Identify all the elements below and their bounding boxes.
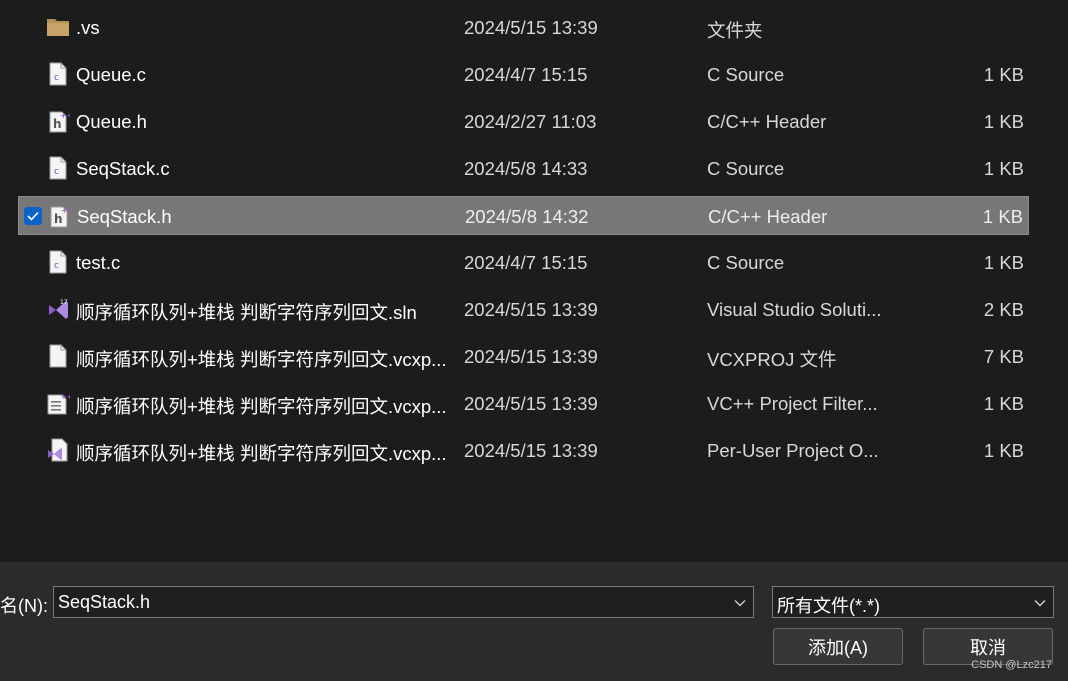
file-name: 顺序循环队列+堆栈 判断字符序列回文.vcxp... bbox=[76, 349, 447, 370]
file-date: 2024/5/15 13:39 bbox=[464, 299, 598, 320]
file-size: 7 KB bbox=[983, 346, 1024, 367]
filename-input[interactable]: SeqStack.h bbox=[58, 592, 150, 613]
file-name: 顺序循环队列+堆栈 判断字符序列回文.vcxp... bbox=[76, 396, 447, 417]
vs-solution-icon: 17 bbox=[46, 297, 70, 321]
file-name: Queue.h bbox=[76, 111, 147, 132]
c-source-file-icon: c bbox=[46, 156, 70, 180]
file-size: 1 KB bbox=[983, 111, 1024, 132]
file-name: 顺序循环队列+堆栈 判断字符序列回文.vcxp... bbox=[76, 443, 447, 464]
file-type: C Source bbox=[707, 64, 785, 85]
file-size: 1 KB bbox=[982, 206, 1023, 227]
file-row[interactable]: ++ 顺序循环队列+堆栈 判断字符序列回文.vcxp... 2024/5/15 13… bbox=[18, 384, 1029, 423]
file-date: 2024/5/15 13:39 bbox=[464, 346, 598, 367]
c-source-file-icon: c bbox=[46, 62, 70, 86]
file-name: Queue.c bbox=[76, 64, 146, 85]
file-row[interactable]: h++Queue.h 2024/2/27 11:03 C/C++ Header 1 K… bbox=[18, 102, 1029, 141]
file-name: test.c bbox=[76, 252, 121, 273]
file-type: Per-User Project O... bbox=[707, 440, 879, 461]
file-name: 顺序循环队列+堆栈 判断字符序列回文.sln bbox=[76, 302, 417, 323]
file-size: 1 KB bbox=[983, 440, 1024, 461]
file-size: 1 KB bbox=[983, 252, 1024, 273]
header-file-icon: h++ bbox=[47, 204, 74, 228]
chevron-down-icon[interactable] bbox=[1033, 596, 1047, 610]
file-row[interactable]: h++SeqStack.h 2024/5/8 14:32 C/C++ Header 1… bbox=[18, 196, 1029, 235]
file-list: .vs 2024/5/15 13:39 文件夹 c Queue.c 2024/4/7 15… bbox=[0, 0, 1068, 562]
svg-text:c: c bbox=[54, 167, 59, 177]
file-type: C/C++ Header bbox=[707, 111, 827, 132]
file-row[interactable]: c SeqStack.c 2024/5/8 14:33 C Source 1 KB bbox=[18, 149, 1029, 188]
file-size: 1 KB bbox=[983, 64, 1024, 85]
file-type: VC++ Project Filter... bbox=[707, 393, 878, 414]
filename-label: 名(N): bbox=[0, 596, 48, 616]
file-date: 2024/5/8 14:33 bbox=[464, 158, 588, 179]
checkmark-icon bbox=[27, 211, 39, 221]
file-row[interactable]: c test.c 2024/4/7 15:15 C Source 1 KB bbox=[18, 243, 1029, 282]
dialog-footer: 名(N): SeqStack.h 所有文件(*.*) 添加(A) 取消 CSDN… bbox=[0, 562, 1068, 681]
file-name: .vs bbox=[76, 17, 100, 38]
file-type: 文件夹 bbox=[707, 20, 763, 41]
file-type: C Source bbox=[707, 252, 785, 273]
row-checkbox[interactable] bbox=[24, 207, 42, 225]
file-type: C Source bbox=[707, 158, 785, 179]
file-size: 1 KB bbox=[983, 158, 1024, 179]
file-type: C/C++ Header bbox=[708, 206, 828, 227]
file-row[interactable]: 17 顺序循环队列+堆栈 判断字符序列回文.sln 2024/5/15 13:39 V… bbox=[18, 290, 1029, 329]
file-name: SeqStack.c bbox=[76, 158, 170, 179]
file-type: Visual Studio Soluti... bbox=[707, 299, 882, 320]
svg-text:++: ++ bbox=[60, 111, 70, 120]
file-name: SeqStack.h bbox=[77, 206, 172, 227]
header-file-icon: h++ bbox=[46, 109, 73, 133]
file-date: 2024/5/15 13:39 bbox=[464, 17, 598, 38]
file-date: 2024/5/8 14:32 bbox=[465, 206, 589, 227]
c-source-file-icon: c bbox=[46, 250, 70, 274]
file-row[interactable]: 顺序循环队列+堆栈 判断字符序列回文.vcxp... 2024/5/15 13:3… bbox=[18, 337, 1029, 376]
svg-text:c: c bbox=[54, 261, 59, 271]
watermark: CSDN @Lzc217 bbox=[971, 659, 1052, 671]
svg-text:++: ++ bbox=[61, 393, 70, 401]
file-row[interactable]: .vs 2024/5/15 13:39 文件夹 bbox=[18, 8, 1029, 47]
file-date: 2024/4/7 15:15 bbox=[464, 64, 588, 85]
file-row[interactable]: 顺序循环队列+堆栈 判断字符序列回文.vcxp... 2024/5/15 13:3… bbox=[18, 431, 1029, 470]
project-filter-file-icon: ++ bbox=[46, 391, 73, 415]
file-type-value: 所有文件(*.*) bbox=[777, 596, 880, 616]
svg-text:++: ++ bbox=[61, 206, 71, 215]
add-button[interactable]: 添加(A) bbox=[773, 628, 903, 665]
file-date: 2024/4/7 15:15 bbox=[464, 252, 588, 273]
chevron-down-icon[interactable] bbox=[733, 596, 747, 610]
file-date: 2024/5/15 13:39 bbox=[464, 393, 598, 414]
file-type: VCXPROJ 文件 bbox=[707, 349, 837, 370]
svg-text:c: c bbox=[54, 73, 59, 83]
file-row[interactable]: c Queue.c 2024/4/7 15:15 C Source 1 KB bbox=[18, 55, 1029, 94]
file-date: 2024/5/15 13:39 bbox=[464, 440, 598, 461]
blank-file-icon bbox=[46, 344, 70, 368]
file-size: 1 KB bbox=[983, 393, 1024, 414]
svg-text:17: 17 bbox=[60, 299, 68, 306]
file-date: 2024/2/27 11:03 bbox=[464, 111, 597, 132]
file-size: 2 KB bbox=[983, 299, 1024, 320]
file-type-select[interactable]: 所有文件(*.*) bbox=[772, 586, 1054, 618]
vs-user-file-icon bbox=[46, 438, 70, 462]
folder-icon bbox=[46, 15, 70, 39]
filename-combobox[interactable]: SeqStack.h bbox=[53, 586, 754, 618]
